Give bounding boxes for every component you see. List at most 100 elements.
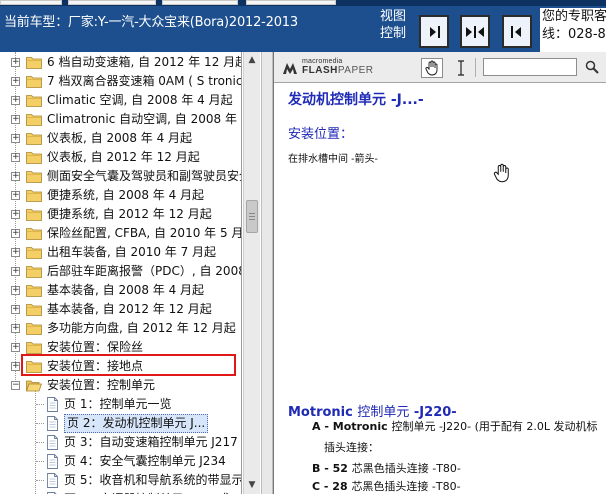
tree-folder-item[interactable]: +7 档双离合器变速箱 0AM ( S tronic <box>6 72 241 91</box>
tree-page-item[interactable]: 页 2：发动机控制单元 J... <box>6 414 241 433</box>
flashpaper-viewer: macromedia FLASHPAPER 发动机控制单元 -J...- 安装位… <box>273 52 606 494</box>
collapse-toggle-icon[interactable]: − <box>11 381 20 390</box>
tree-folder-item[interactable]: + 多功能方向盘, 自 2012 年 12 月起 <box>6 319 241 338</box>
tree-folder-item[interactable]: + 后部驻车距离报警（PDC）, 自 2008 <box>6 262 242 281</box>
grip-line <box>249 216 255 217</box>
tree-item-label: 多功能方向盘, 自 2012 年 12 月起 <box>47 321 236 335</box>
brand-paper: PAPER <box>337 65 374 76</box>
expand-toggle-icon[interactable]: + <box>11 172 20 181</box>
expand-toggle-icon[interactable]: + <box>11 96 20 105</box>
folder-icon <box>26 360 42 373</box>
tree-folder-item[interactable]: + 安装位置：保险丝 <box>6 338 241 357</box>
top-tab[interactable] <box>162 0 238 5</box>
view-control-label: 视图控制 <box>380 9 407 41</box>
scroll-up-arrow-icon[interactable]: ▲ <box>244 52 260 68</box>
tree-page-item[interactable]: 页 3：自动变速箱控制单元 J217 <box>6 433 241 452</box>
expand-toggle-icon[interactable]: + <box>11 210 20 219</box>
line-c-letter: C - 28 <box>312 480 352 493</box>
folder-icon <box>26 75 42 88</box>
line-a-text: 控制单元 -J220- (用于配有 2.0L 发动机标 <box>391 420 598 433</box>
expand-toggle-icon[interactable]: + <box>11 343 20 352</box>
expand-toggle-icon[interactable]: + <box>11 362 20 371</box>
tree-connector <box>36 480 44 481</box>
folder-icon <box>26 170 42 183</box>
folder-icon <box>26 132 42 145</box>
expand-toggle-icon[interactable]: + <box>11 153 20 162</box>
tree-folder-item[interactable]: + 仪表板, 自 2012 年 12 月起 <box>6 148 241 167</box>
expand-toggle-icon[interactable]: + <box>11 115 20 124</box>
search-input[interactable] <box>483 58 577 76</box>
tree-item-label: 页 3：自动变速箱控制单元 J217 <box>64 435 238 449</box>
expand-toggle-icon[interactable]: + <box>11 267 20 276</box>
tree-item-label: 侧面安全气囊及驾驶员和副驾驶员安全 <box>47 169 242 183</box>
expand-toggle-icon[interactable]: + <box>11 77 20 86</box>
brand-flash: FLASH <box>302 65 338 76</box>
tree-folder-item[interactable]: + Climatic 空调, 自 2008 年 4 月起 <box>6 91 241 110</box>
tree-item-label: 便捷系统, 自 2008 年 4 月起 <box>47 188 205 202</box>
legend-line-c: C - 28 芯黑色插头连接 -T80- <box>312 478 461 494</box>
expand-toggle-icon[interactable]: + <box>11 248 20 257</box>
tree-folder-item[interactable]: + 基本装备, 自 2012 年 12 月起 <box>6 300 241 319</box>
tree-folder-item[interactable]: + 安装位置：接地点 <box>6 357 241 376</box>
tree-item-label: 6 档自动变速箱, 自 2012 年 12 月起 <box>47 55 242 69</box>
top-tab[interactable] <box>0 0 62 5</box>
arrow-left-bar-icon <box>511 25 521 38</box>
tree-page-item[interactable]: 页 5：收音机和导航系统的带显示 <box>6 471 241 490</box>
tree-folder-item[interactable]: + 基本装备, 自 2008 年 4 月起 <box>6 281 241 300</box>
scroll-thumb[interactable] <box>246 200 258 233</box>
pane-splitter[interactable] <box>261 52 273 494</box>
tree-folder-item[interactable]: + 侧面安全气囊及驾驶员和副驾驶员安全 <box>6 167 242 186</box>
tree-connector <box>36 404 44 405</box>
folder-icon <box>26 94 42 107</box>
expand-toggle-icon[interactable]: + <box>11 191 20 200</box>
expand-toggle-icon[interactable]: + <box>11 286 20 295</box>
tree-item-label: 后部驻车距离报警（PDC）, 自 2008 <box>47 264 242 278</box>
line-b-letter: B - 52 <box>312 462 352 475</box>
text-select-tool[interactable] <box>454 58 468 78</box>
expand-toggle-icon[interactable]: + <box>11 229 20 238</box>
tree-folder-item[interactable]: + 保险丝配置, CFBA, 自 2010 年 5 月 <box>6 224 241 243</box>
expand-toggle-icon[interactable]: + <box>11 58 20 67</box>
document-page[interactable]: 发动机控制单元 -J...- 安装位置： 在排水槽中间 -箭头- Motroni… <box>274 83 606 494</box>
document-tree: +6 档自动变速箱, 自 2012 年 12 月起 +7 档双离合器变速箱 0AM… <box>6 52 242 494</box>
tree-connector <box>36 423 44 424</box>
tree-item-label: 出租车装备, 自 2010 年 7 月起 <box>47 245 217 259</box>
tree-folder-item[interactable]: +6 档自动变速箱, 自 2012 年 12 月起 <box>6 53 242 72</box>
tree-page-item[interactable]: 页 4：安全气囊控制单元 J234 <box>6 452 241 471</box>
tree-folder-item[interactable]: + 便捷系统, 自 2008 年 4 月起 <box>6 186 241 205</box>
hand-tool-button[interactable] <box>421 58 443 78</box>
expand-toggle-icon[interactable]: + <box>11 324 20 333</box>
macromedia-logo-icon <box>283 63 297 74</box>
tree-folder-item[interactable]: + Climatronic 自动空调, 自 2008 年 4 <box>6 110 241 129</box>
tree-page-item[interactable]: 页 1：控制单元一览 <box>6 395 241 414</box>
expand-toggle-icon[interactable]: + <box>11 305 20 314</box>
view-button-expand-right[interactable] <box>419 15 449 48</box>
tree-folder-item[interactable]: + 便捷系统, 自 2012 年 12 月起 <box>6 205 241 224</box>
view-button-expand-left[interactable] <box>502 15 532 48</box>
page-document-icon <box>46 416 59 431</box>
tree-scrollbar[interactable]: ▲ ▼ <box>243 52 260 494</box>
tree-item-label: 安装位置：接地点 <box>47 359 144 373</box>
legend-line-a2: 插头连接： <box>324 441 379 454</box>
search-button[interactable] <box>581 58 603 76</box>
tree-folder-item[interactable]: − 安装位置：控制单元 <box>6 376 241 395</box>
header-bar: 当前车型：厂家:Y-一汽-大众宝来(Bora)2012-2013 视图控制 您的… <box>0 0 606 52</box>
top-tab[interactable] <box>68 0 156 5</box>
view-button-split[interactable] <box>460 15 490 48</box>
tree-folder-item[interactable]: + 仪表板, 自 2008 年 4 月起 <box>6 129 241 148</box>
brand-name: FLASHPAPER <box>302 65 374 76</box>
page-document-icon <box>46 454 59 469</box>
tree-item-label: 页 2：发动机控制单元 J... <box>64 414 209 433</box>
tree-connector <box>36 442 44 443</box>
scroll-down-arrow-icon[interactable]: ▼ <box>244 477 260 493</box>
brand-small-text: macromedia <box>302 58 343 65</box>
tree-page-item[interactable]: 页 6：空调器控制单元 J301 或 Cl <box>6 490 241 494</box>
expand-toggle-icon[interactable]: + <box>11 134 20 143</box>
folder-icon <box>26 189 42 202</box>
folder-icon <box>26 265 42 278</box>
current-vehicle-title: 当前车型：厂家:Y-一汽-大众宝来(Bora)2012-2013 <box>4 15 298 30</box>
top-tab[interactable] <box>246 0 336 5</box>
hand-cursor-icon <box>493 163 509 183</box>
tree-folder-item[interactable]: + 出租车装备, 自 2010 年 7 月起 <box>6 243 241 262</box>
arrow-right-bar-icon <box>430 25 440 38</box>
